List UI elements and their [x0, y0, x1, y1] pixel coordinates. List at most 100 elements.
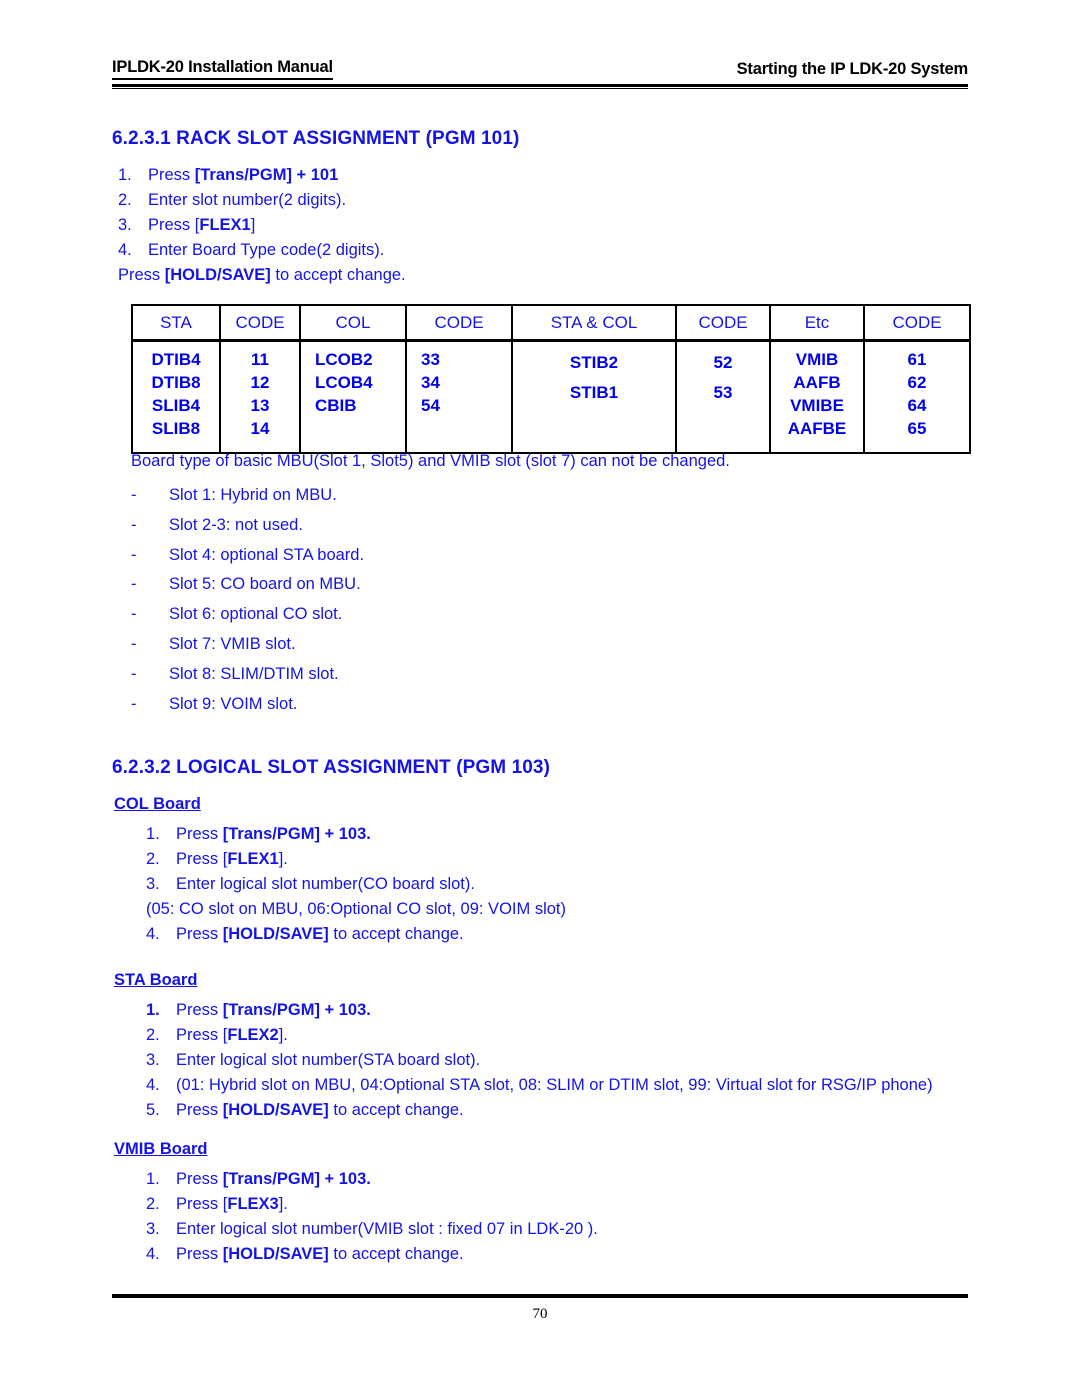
- step-item: 4. Press [HOLD/SAVE] to accept change.: [146, 1242, 598, 1267]
- steps-rack-slot-assignment: 1. Press [Trans/PGM] + 101 2. Enter slot nu…: [118, 163, 406, 288]
- step-text: Enter Board Type code(2 digits).: [148, 241, 385, 259]
- document-page: IPLDK-20 Installation Manual Starting th…: [0, 0, 1080, 1397]
- slot-note-text: Slot 6: optional CO slot.: [169, 605, 343, 624]
- slot-note-dash: -: [131, 605, 137, 624]
- step-number: 4.: [146, 925, 160, 943]
- step-item: 2. Enter slot number(2 digits).: [118, 188, 406, 213]
- step-text: (05: CO slot on MBU, 06:Optional CO slot…: [146, 900, 566, 918]
- steps-col-board: 1. Press [Trans/PGM] + 103. 2. Press [FLEX1…: [146, 822, 566, 947]
- table-cell-value: 12: [250, 373, 270, 392]
- table-cell-value: STIB2: [569, 353, 619, 372]
- table-column-header: STA: [131, 305, 221, 342]
- step-number: 5.: [146, 1101, 160, 1119]
- table-column-header: COL: [299, 305, 407, 342]
- step-text: (01: Hybrid slot on MBU, 04:Optional STA…: [176, 1076, 933, 1094]
- table-cell: 52 53: [675, 340, 771, 453]
- table-column-header: Etc: [769, 305, 865, 342]
- table-column-header: CODE: [863, 305, 971, 342]
- table-cell-value: LCOB2: [315, 350, 373, 369]
- slot-note-text: Slot 5: CO board on MBU.: [169, 575, 361, 594]
- step-text: Press [Trans/PGM] + 103.: [176, 1001, 371, 1019]
- table-cell-value: 11: [251, 350, 269, 369]
- table-cell-value: 61: [907, 350, 927, 369]
- step-text: Press [HOLD/SAVE] to accept change.: [176, 925, 464, 943]
- table-cell: LCOB2 LCOB4 CBIB: [299, 340, 407, 453]
- table-cell-value: 65: [907, 419, 927, 438]
- step-item: 3. Enter logical slot number(STA board sl…: [146, 1048, 933, 1073]
- step-number: 3.: [146, 1220, 160, 1238]
- slot-note-text: Slot 7: VMIB slot.: [169, 634, 296, 653]
- step-item: 3. Enter logical slot number(CO board slo…: [146, 872, 566, 897]
- step-number: 2.: [146, 1195, 160, 1213]
- subheading-col-board: COL Board: [114, 795, 201, 813]
- running-header: IPLDK-20 Installation Manual Starting th…: [112, 58, 968, 80]
- table-cell-value: AAFBE: [787, 419, 847, 438]
- step-number: 2.: [118, 191, 132, 209]
- step-item: 2. Press [FLEX1].: [146, 847, 566, 872]
- table-cell-value: 64: [907, 396, 927, 415]
- table-column-header: CODE: [219, 305, 301, 342]
- step-text: Enter logical slot number(STA board slot…: [176, 1051, 481, 1069]
- subheading-sta-board: STA Board: [114, 971, 198, 989]
- slot-note-dash: -: [131, 634, 137, 653]
- step-item: 1. Press [Trans/PGM] + 103.: [146, 1167, 598, 1192]
- slot-note-item: - Slot 5: CO board on MBU.: [131, 570, 364, 600]
- table-cell-value: VMIBE: [790, 396, 844, 415]
- slot-note-item: - Slot 7: VMIB slot.: [131, 630, 364, 660]
- slot-note-item: - Slot 8: SLIM/DTIM slot.: [131, 660, 364, 690]
- step-number: 4.: [146, 1245, 160, 1263]
- step-text: Press [FLEX1].: [176, 850, 288, 868]
- table-body-row: DTIB4 DTIB8 SLIB4 SLIB8 11 12 13 14 LCOB2 LCOB4 CB…: [131, 340, 971, 453]
- slot-note-item: - Slot 4: optional STA board.: [131, 541, 364, 571]
- step-number: 4.: [146, 1076, 160, 1094]
- step-item: 3. Enter logical slot number(VMIB slot : …: [146, 1217, 598, 1242]
- table-column-header: CODE: [675, 305, 771, 342]
- step-item: 1. Press [Trans/PGM] + 103.: [146, 998, 933, 1023]
- slot-note-item: - Slot 6: optional CO slot.: [131, 600, 364, 630]
- slot-note-dash: -: [131, 575, 137, 594]
- step-text: Press [Trans/PGM] + 103.: [176, 825, 371, 843]
- step-number: 1.: [146, 1170, 160, 1188]
- slot-note-item: - Slot 2-3: not used.: [131, 511, 364, 541]
- step-text: Press [Trans/PGM] + 101: [148, 166, 339, 184]
- step-item: 1. Press [Trans/PGM] + 101: [118, 163, 406, 188]
- table-cell: STIB2 STIB1: [511, 340, 677, 453]
- step-number: 3.: [146, 875, 160, 893]
- step-text: Press [FLEX3].: [176, 1195, 288, 1213]
- step-number: 4.: [118, 241, 132, 259]
- table-cell-value: STIB1: [569, 383, 619, 402]
- table-cell-value: 14: [250, 419, 270, 438]
- step-text: Enter slot number(2 digits).: [148, 191, 347, 209]
- table-cell: 61 62 64 65: [863, 340, 971, 453]
- step-number: 3.: [146, 1051, 160, 1069]
- table-cell-value: 33: [421, 350, 440, 369]
- table-cell: 33 34 54: [405, 340, 513, 453]
- header-divider-rule: [112, 84, 968, 89]
- step-item: 3. Press [FLEX1]: [118, 213, 406, 238]
- table-cell-value: 52: [713, 353, 733, 372]
- slot-note-dash: -: [131, 694, 137, 713]
- step-item: 1. Press [Trans/PGM] + 103.: [146, 822, 566, 847]
- section-heading-6-2-3-2: 6.2.3.2 LOGICAL SLOT ASSIGNMENT (PGM 103…: [112, 757, 551, 778]
- table-cell-value: DTIB4: [151, 350, 201, 369]
- step-text: Press [HOLD/SAVE] to accept change.: [176, 1101, 464, 1119]
- table-cell-value: DTIB8: [151, 373, 201, 392]
- slot-note-text: Slot 9: VOIM slot.: [169, 694, 298, 713]
- slot-note-text: Slot 2-3: not used.: [169, 515, 303, 534]
- steps-sta-board: 1. Press [Trans/PGM] + 103. 2. Press [FLEX2…: [146, 998, 933, 1123]
- step-item: 4. Press [HOLD/SAVE] to accept change.: [146, 922, 566, 947]
- table-cell-value: VMIB: [795, 350, 839, 369]
- steps-vmib-board: 1. Press [Trans/PGM] + 103. 2. Press [FLEX3…: [146, 1167, 598, 1267]
- page-number: 70: [532, 1306, 548, 1322]
- step-number: 1.: [146, 1001, 160, 1019]
- header-left-title: IPLDK-20 Installation Manual: [112, 58, 333, 80]
- step-item: (05: CO slot on MBU, 06:Optional CO slot…: [146, 897, 566, 922]
- step-item: 2. Press [FLEX3].: [146, 1192, 598, 1217]
- table-cell-value: 53: [713, 383, 733, 402]
- table-cell-value: 62: [907, 373, 927, 392]
- step-number: 3.: [118, 216, 132, 234]
- table-cell-value: LCOB4: [315, 373, 373, 392]
- step-text: Enter logical slot number(CO board slot)…: [176, 875, 475, 893]
- footer-divider-rule: [112, 1294, 968, 1298]
- table-cell: 11 12 13 14: [219, 340, 301, 453]
